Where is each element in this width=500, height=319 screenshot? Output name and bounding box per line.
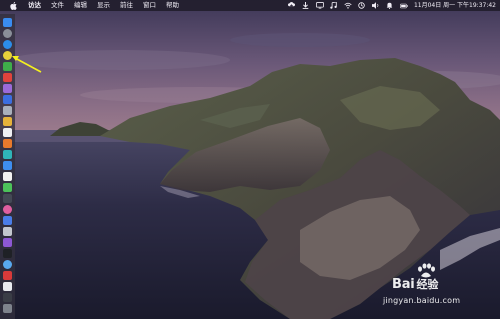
app-yellow-icon[interactable] xyxy=(3,117,12,126)
app-dark2-icon[interactable] xyxy=(3,293,12,302)
volume-icon[interactable] xyxy=(371,2,380,10)
dock xyxy=(0,14,15,319)
menu-items: 访达 文件 编辑 显示 前往 窗口 帮助 xyxy=(28,0,189,11)
chrome-icon[interactable] xyxy=(3,51,12,60)
app-red-icon[interactable] xyxy=(3,73,12,82)
app-violet-icon[interactable] xyxy=(3,238,12,247)
app-red2-icon[interactable] xyxy=(3,271,12,280)
menu-app-name[interactable]: 访达 xyxy=(28,0,41,11)
menu-bar: 访达 文件 编辑 显示 前往 窗口 帮助 11月04日 周一 下午19:37:4… xyxy=(0,0,500,11)
app-sky-icon[interactable] xyxy=(3,260,12,269)
app-dark-icon[interactable] xyxy=(3,194,12,203)
upload-icon[interactable] xyxy=(288,2,296,10)
menu-help[interactable]: 帮助 xyxy=(166,0,179,11)
baidu-jingyan-watermark: Bai 经验 jingyan.baidu.com xyxy=(383,262,496,314)
watermark-brand-prefix: Bai xyxy=(392,277,415,292)
launchpad-icon[interactable] xyxy=(3,29,12,38)
bell-icon[interactable] xyxy=(386,2,394,10)
download-icon[interactable] xyxy=(302,2,310,10)
safari-icon[interactable] xyxy=(3,40,12,49)
app-gray-icon[interactable] xyxy=(3,106,12,115)
menu-go[interactable]: 前往 xyxy=(120,0,133,11)
watermark-url: jingyan.baidu.com xyxy=(383,296,461,305)
finder-icon[interactable] xyxy=(3,18,12,27)
app-white2-icon[interactable] xyxy=(3,172,12,181)
app-teal-icon[interactable] xyxy=(3,150,12,159)
music-icon[interactable] xyxy=(330,2,338,10)
app-white3-icon[interactable] xyxy=(3,282,12,291)
status-area: 11月04日 周一 下午19:37:42 xyxy=(282,0,496,11)
sync-icon[interactable] xyxy=(358,2,366,10)
app-blue3-icon[interactable] xyxy=(3,216,12,225)
app-blue-icon[interactable] xyxy=(3,95,12,104)
app-white-icon[interactable] xyxy=(3,128,12,137)
battery-icon[interactable] xyxy=(399,2,408,10)
app-green-icon[interactable] xyxy=(3,62,12,71)
trash-icon[interactable] xyxy=(3,304,12,313)
app-green2-icon[interactable] xyxy=(3,183,12,192)
monitor-icon[interactable] xyxy=(315,2,324,10)
menu-edit[interactable]: 编辑 xyxy=(74,0,87,11)
app-pink-icon[interactable] xyxy=(3,205,12,214)
menu-view[interactable]: 显示 xyxy=(97,0,110,11)
menu-window[interactable]: 窗口 xyxy=(143,0,156,11)
apple-icon[interactable] xyxy=(9,0,18,11)
app-orange-icon[interactable] xyxy=(3,139,12,148)
watermark-brand-cn: 经验 xyxy=(416,278,439,291)
menubar-clock[interactable]: 11月04日 周一 下午19:37:42 xyxy=(414,0,496,11)
app-silver-icon[interactable] xyxy=(3,227,12,236)
watermark-brand: Bai 经验 xyxy=(392,276,438,292)
wifi-icon[interactable] xyxy=(344,2,352,10)
app-black-icon[interactable] xyxy=(3,249,12,258)
app-purple-icon[interactable] xyxy=(3,84,12,93)
app-blue2-icon[interactable] xyxy=(3,161,12,170)
menu-file[interactable]: 文件 xyxy=(51,0,64,11)
